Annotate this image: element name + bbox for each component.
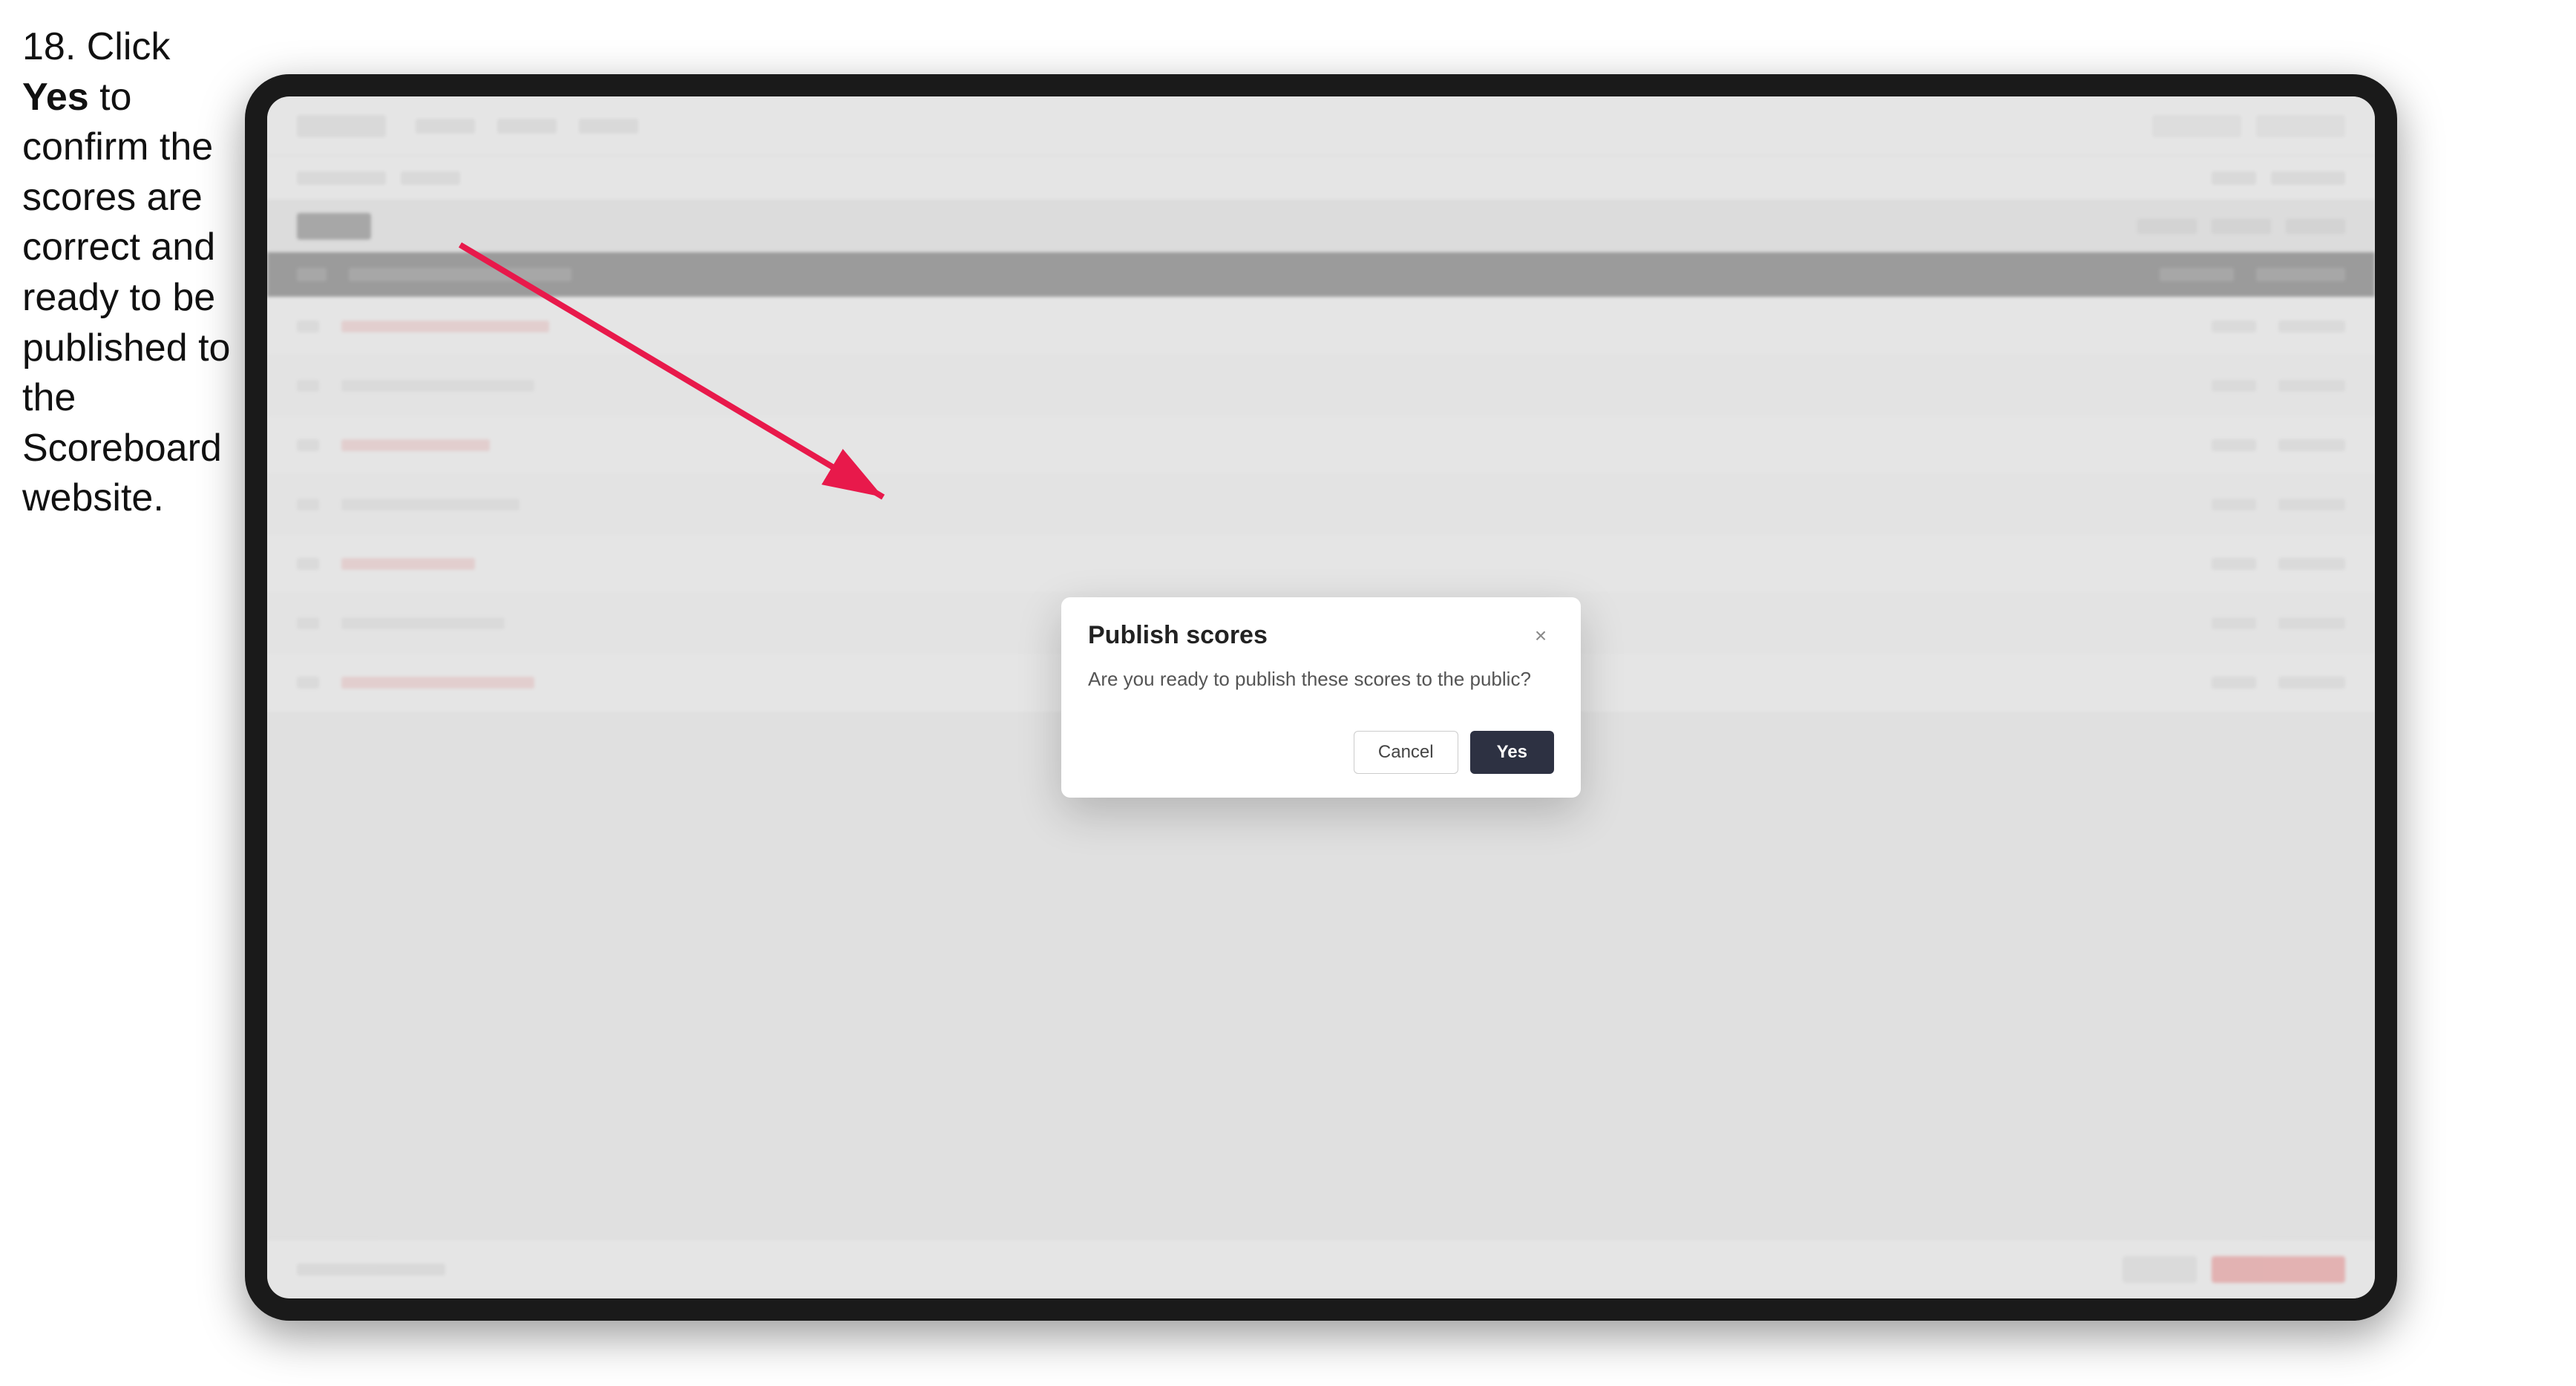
modal-title: Publish scores xyxy=(1088,621,1268,650)
modal-body: Are you ready to publish these scores to… xyxy=(1061,665,1581,716)
modal-header: Publish scores × xyxy=(1061,597,1581,665)
modal-close-button[interactable]: × xyxy=(1527,623,1554,649)
modal-footer: Cancel Yes xyxy=(1061,716,1581,798)
tablet-device: Publish scores × Are you ready to publis… xyxy=(245,74,2397,1321)
tablet-screen: Publish scores × Are you ready to publis… xyxy=(267,96,2375,1298)
publish-scores-modal: Publish scores × Are you ready to publis… xyxy=(1061,597,1581,798)
modal-message: Are you ready to publish these scores to… xyxy=(1088,665,1554,694)
instruction-text: 18. Click Yes to confirm the scores are … xyxy=(22,22,237,524)
cancel-button[interactable]: Cancel xyxy=(1354,731,1458,774)
yes-button[interactable]: Yes xyxy=(1470,731,1554,774)
